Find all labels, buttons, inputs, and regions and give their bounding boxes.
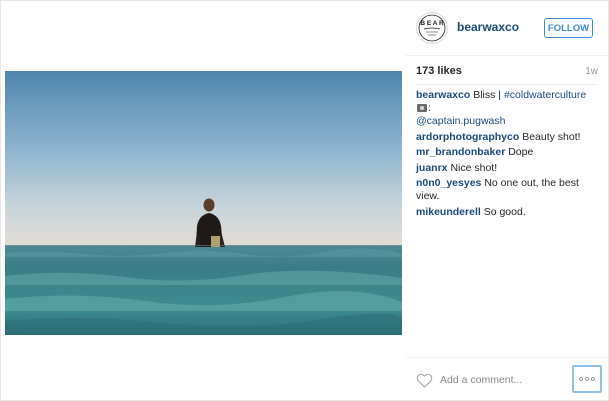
comment-username[interactable]: juanrx bbox=[416, 162, 448, 174]
follow-button[interactable]: FOLLOW bbox=[544, 18, 593, 38]
comment-username[interactable]: n0n0_yesyes bbox=[416, 177, 481, 189]
photo-surfer-in-ocean bbox=[5, 71, 402, 335]
comment-text: Dope bbox=[508, 146, 534, 158]
comment-item: mikeunderell So good. bbox=[416, 206, 598, 219]
post-stats: 173 likes 1w bbox=[416, 65, 598, 79]
bear-wax-logo-icon: B E A R bbox=[418, 14, 446, 42]
post-username[interactable]: bearwaxco bbox=[457, 20, 519, 34]
comment-text: Beauty shot! bbox=[522, 130, 581, 143]
ellipsis-icon bbox=[579, 377, 595, 381]
comment-item: n0n0_yesyes No one out, the best view. bbox=[416, 177, 598, 203]
comment-text: So good. bbox=[483, 205, 526, 218]
comment-username[interactable]: mr_brandonbaker bbox=[416, 146, 505, 158]
more-options-button[interactable] bbox=[572, 365, 602, 393]
heart-outline-icon[interactable] bbox=[416, 373, 433, 388]
comment-item: mr_brandonbaker Dope bbox=[416, 146, 598, 159]
post-age[interactable]: 1w bbox=[585, 66, 598, 77]
mention-link[interactable]: @captain.pugwash bbox=[416, 115, 505, 127]
comment-item: juanrx Nice shot! bbox=[416, 162, 598, 175]
comment-username[interactable]: mikeunderell bbox=[416, 206, 481, 218]
hashtag-link[interactable]: #coldwaterculture bbox=[504, 89, 586, 101]
caption-text: Bliss | bbox=[470, 89, 504, 101]
comment-list: bearwaxco Bliss | #coldwaterculture : @ca… bbox=[416, 89, 598, 221]
divider bbox=[416, 84, 598, 85]
caption-username[interactable]: bearwaxco bbox=[416, 89, 470, 101]
comment-text: Nice shot! bbox=[450, 161, 498, 174]
camera-emoji-icon bbox=[417, 104, 427, 112]
avatar[interactable]: B E A R bbox=[416, 12, 448, 44]
add-comment-input[interactable] bbox=[440, 371, 560, 389]
post-photo[interactable] bbox=[5, 71, 402, 335]
likes-count[interactable]: 173 likes bbox=[416, 65, 462, 77]
post-sidebar: B E A R bearwaxco FOLLOW 173 likes 1w be… bbox=[406, 1, 608, 400]
svg-text:B E A R: B E A R bbox=[420, 20, 444, 27]
caption: bearwaxco Bliss | #coldwaterculture : @ca… bbox=[416, 89, 598, 128]
post-frame: B E A R bearwaxco FOLLOW 173 likes 1w be… bbox=[0, 0, 609, 401]
caption-punct: : bbox=[428, 102, 431, 114]
comment-item: ardorphotographyco Beauty shot! bbox=[416, 131, 598, 144]
comment-username[interactable]: ardorphotographyco bbox=[416, 131, 519, 143]
post-footer bbox=[406, 357, 608, 401]
post-header: B E A R bearwaxco FOLLOW bbox=[406, 1, 608, 56]
